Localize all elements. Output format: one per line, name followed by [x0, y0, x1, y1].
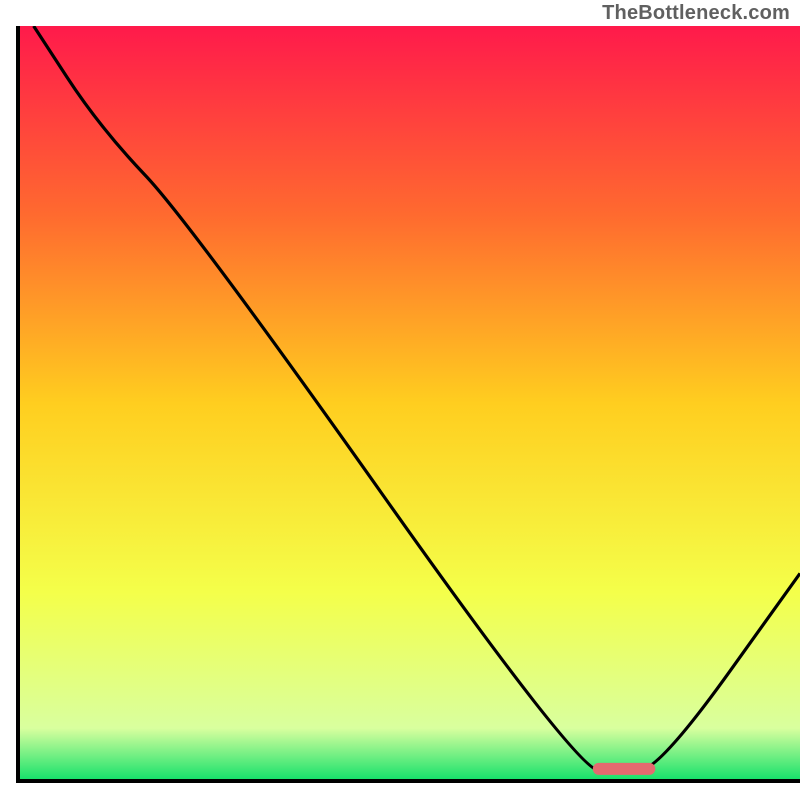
chart-svg [0, 0, 800, 800]
chart-container: TheBottleneck.com [0, 0, 800, 800]
gradient-background [18, 26, 800, 781]
attribution-text: TheBottleneck.com [602, 2, 790, 25]
plot-area [18, 26, 800, 781]
optimal-marker [593, 763, 656, 775]
